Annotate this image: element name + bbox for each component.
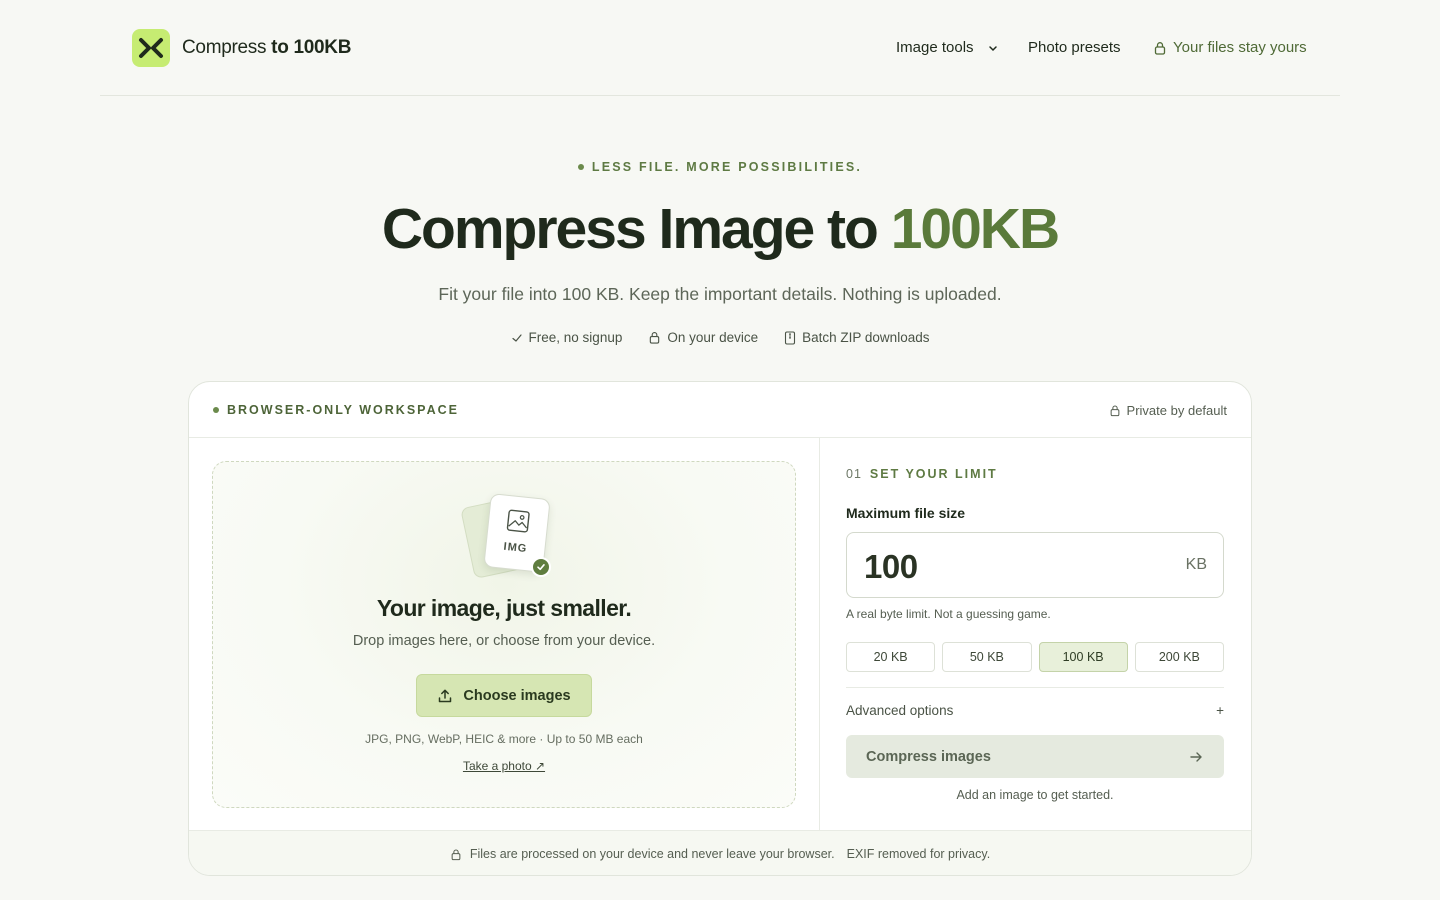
badge-zip-label: Batch ZIP downloads (802, 330, 930, 345)
check-icon (537, 564, 545, 571)
brand-name-regular: Compress (182, 37, 267, 58)
preset-20kb[interactable]: 20 KB (846, 642, 936, 672)
preset-100kb[interactable]: 100 KB (1038, 642, 1128, 672)
check-icon (511, 333, 522, 342)
compress-images-button[interactable]: Compress images (846, 735, 1224, 778)
check-circle-icon (531, 557, 551, 577)
lock-icon (1110, 405, 1119, 417)
nav-photo-presets[interactable]: Photo presets (1028, 39, 1121, 56)
page-title-accent: 100KB (890, 197, 1060, 261)
dropzone-subtitle: Drop images here, or choose from your de… (352, 633, 656, 649)
nav-image-tools[interactable]: Image tools (896, 39, 1000, 56)
max-size-input[interactable]: 100 KB (846, 532, 1224, 598)
compress-images-label: Compress images (866, 748, 991, 765)
badge-zip: Batch ZIP downloads (784, 330, 929, 345)
zip-file-icon (785, 330, 796, 345)
take-photo-link[interactable]: Take a photo ↗ (213, 759, 795, 773)
hero-eyebrow-text: LESS FILE. MORE POSSIBILITIES. (591, 160, 863, 174)
nav-privacy-label: Your files stay yours (1173, 39, 1307, 56)
dropzone-title: Your image, just smaller. (376, 595, 632, 621)
workspace-header: BROWSER-ONLY WORKSPACE Private by defaul… (189, 382, 1251, 438)
lock-icon (451, 848, 461, 860)
max-size-unit: KB (1185, 556, 1207, 573)
badge-free-label: Free, no signup (528, 330, 623, 345)
workspace-card: BROWSER-ONLY WORKSPACE Private by defaul… (188, 381, 1252, 876)
badge-free: Free, no signup (511, 330, 623, 345)
advanced-options-toggle[interactable]: Advanced options + (846, 703, 1224, 718)
badge-device: On your device (648, 330, 758, 345)
upload-icon (439, 689, 452, 702)
hero-eyebrow: LESS FILE. MORE POSSIBILITIES. (0, 160, 1440, 174)
hero-subtitle: Fit your file into 100 KB. Keep the impo… (438, 284, 1002, 304)
private-badge-label: Private by default (1126, 403, 1227, 418)
footer-exif-text: EXIF removed for privacy. (846, 847, 991, 861)
max-size-label: Maximum file size (846, 505, 966, 521)
choose-images-label: Choose images (463, 687, 571, 704)
brand-name[interactable]: Compress to 100KB (182, 37, 351, 59)
workspace-dot (213, 406, 219, 413)
max-size-value[interactable]: 100 (864, 548, 918, 586)
footer-privacy-text: Files are processed on your device and n… (469, 847, 835, 861)
step-number: 01 (846, 467, 862, 481)
workspace-label: BROWSER-ONLY WORKSPACE (213, 403, 459, 417)
advanced-options-label: Advanced options (846, 703, 954, 718)
chevron-down-icon (988, 45, 997, 51)
step-heading: 01 SET YOUR LIMIT (846, 467, 998, 481)
nav-photo-presets-label: Photo presets (1028, 39, 1121, 56)
feature-badges: Free, no signup On your device Batch ZIP… (0, 330, 1440, 345)
page-title-main: Compress Image to (381, 197, 891, 261)
image-file-label: IMG (502, 540, 528, 556)
site-header: Compress to 100KB Image tools Photo pres… (100, 0, 1340, 96)
lock-icon (650, 332, 660, 344)
panel-divider (819, 438, 820, 830)
workspace-footer: Files are processed on your device and n… (189, 830, 1251, 875)
size-presets: 20 KB 50 KB 100 KB 200 KB (846, 642, 1224, 672)
advanced-divider (846, 687, 1224, 688)
eyebrow-dot (577, 163, 584, 170)
supported-formats: JPG, PNG, WebP, HEIC & more · Up to 50 M… (365, 732, 643, 746)
page-title: Compress Image to 100KB (0, 196, 1440, 262)
logo-icon[interactable] (132, 29, 170, 67)
nav-privacy[interactable]: Your files stay yours (1153, 39, 1307, 56)
private-badge: Private by default (1109, 403, 1227, 418)
nav-image-tools-label: Image tools (896, 39, 974, 56)
badge-device-label: On your device (667, 330, 759, 345)
preset-200kb[interactable]: 200 KB (1134, 642, 1224, 672)
plus-icon: + (1216, 703, 1224, 718)
lock-icon (1154, 41, 1166, 55)
step-label: SET YOUR LIMIT (869, 467, 998, 481)
arrow-right-icon (1190, 751, 1202, 762)
preset-50kb[interactable]: 50 KB (942, 642, 1032, 672)
max-size-hint: A real byte limit. Not a guessing game. (846, 607, 1051, 621)
brand-name-bold: to 100KB (271, 37, 352, 58)
workspace-label-text: BROWSER-ONLY WORKSPACE (227, 403, 459, 417)
image-dropzone[interactable]: IMG Your image, just smaller. Drop image… (212, 461, 796, 808)
choose-images-button[interactable]: Choose images (416, 674, 592, 717)
start-hint: Add an image to get started. (956, 788, 1114, 802)
compress-arrows-icon (139, 38, 163, 58)
image-icon (506, 509, 530, 533)
footer-privacy: Files are processed on your device and n… (450, 847, 835, 861)
